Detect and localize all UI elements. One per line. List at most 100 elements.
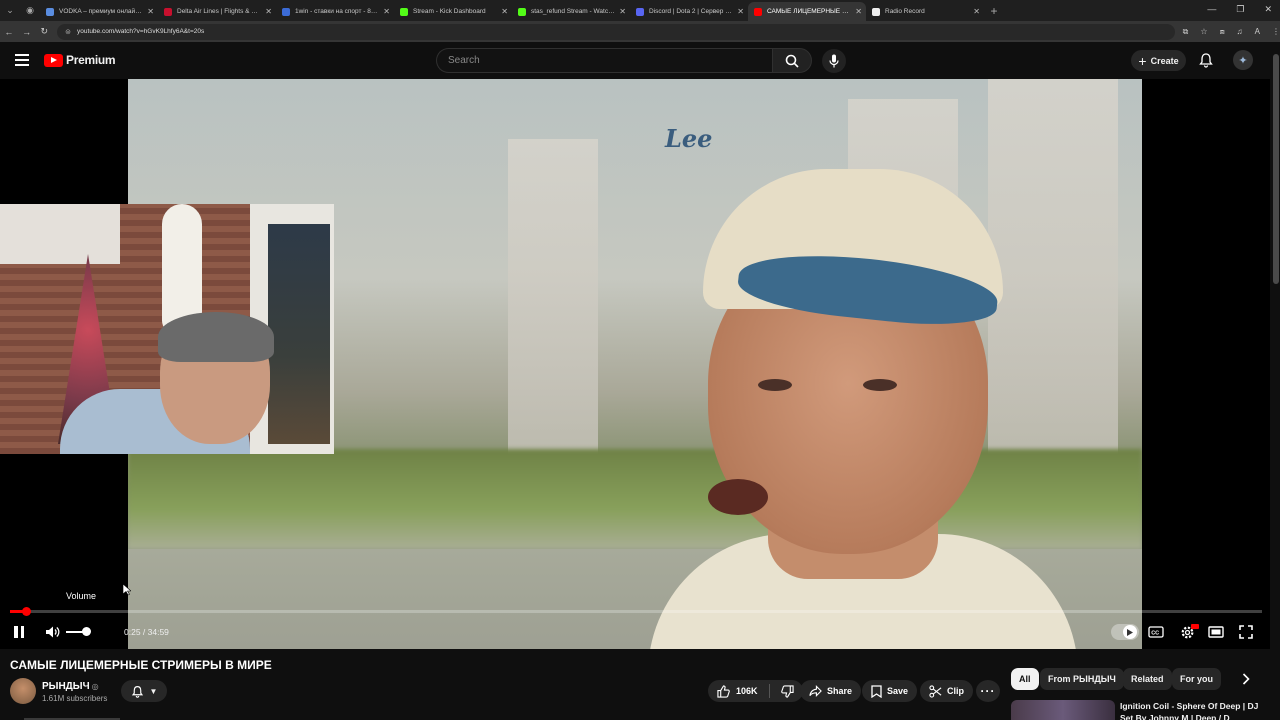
volume-icon[interactable] — [45, 625, 60, 639]
tab-close-icon[interactable]: ✕ — [619, 7, 626, 16]
mouse-cursor-icon — [123, 584, 131, 596]
tab-title: САМЫЕ ЛИЦЕМЕРНЫЕ СТР — [767, 8, 852, 15]
bookmark-icon — [871, 684, 882, 698]
hamburger-menu-icon[interactable] — [15, 54, 29, 66]
search-input[interactable]: Search — [436, 48, 772, 73]
search-icon — [785, 54, 799, 68]
chevron-right-icon — [1242, 673, 1250, 685]
media-control-icon[interactable]: ♫ — [1237, 27, 1243, 37]
tab-close-icon[interactable]: ✕ — [855, 7, 862, 16]
clip-button[interactable]: Clip — [920, 680, 973, 702]
video-player[interactable]: Lee Volume 0:25 / 34:59 CC — [0, 79, 1270, 649]
tab-close-icon[interactable]: ✕ — [147, 7, 154, 16]
autoplay-play-icon — [1123, 625, 1137, 639]
person-eye — [863, 379, 897, 391]
browser-tab[interactable]: stas_refund Stream - Watch Live ✕ — [512, 2, 630, 21]
channel-name[interactable]: РЫНДЫЧ ◎ — [42, 681, 99, 692]
subscriber-count: 1.61M subscribers — [42, 694, 108, 703]
forward-icon[interactable]: → — [18, 27, 36, 37]
thumbs-up-icon — [717, 684, 730, 698]
fullscreen-button[interactable] — [1236, 623, 1256, 641]
maximize-icon[interactable]: ❐ — [1236, 4, 1244, 15]
progress-bar[interactable] — [10, 607, 1262, 616]
browser-tab[interactable]: Discord | Dota 2 | Сервер é[Ld ✕ — [630, 2, 748, 21]
browser-tab[interactable]: Radio Record ✕ — [866, 2, 984, 21]
close-window-icon[interactable]: ✕ — [1264, 4, 1272, 15]
progress-scrubber-handle[interactable] — [22, 607, 32, 616]
related-video-thumbnail[interactable] — [1011, 700, 1115, 720]
related-video-title[interactable]: Ignition Coil - Sphere Of Deep | DJ Set … — [1120, 700, 1260, 720]
volume-tooltip: Volume — [66, 591, 97, 601]
bell-icon — [131, 685, 143, 698]
account-avatar[interactable]: ✦ — [1233, 50, 1253, 70]
filter-chip-for-you[interactable]: For you — [1172, 668, 1221, 690]
share-button[interactable]: Share — [800, 680, 862, 702]
channel-avatar[interactable] — [10, 678, 36, 704]
browser-tab[interactable]: 1win - ставки на спорт - 8218 ✕ — [276, 2, 394, 21]
browser-tab[interactable]: Stream - Kick Dashboard ✕ — [394, 2, 512, 21]
browser-tab[interactable]: VODKA – премиум онлайн-ка ✕ — [40, 2, 158, 21]
tab-search-icon[interactable]: ⌄ — [0, 0, 20, 21]
page-scrollbar[interactable] — [1272, 42, 1280, 720]
url-text: youtube.com/watch?v=hGvK9Lhfy6A&t=20s — [77, 28, 205, 35]
tab-close-icon[interactable]: ✕ — [383, 7, 390, 16]
fullscreen-icon — [1239, 625, 1253, 639]
browser-tab[interactable]: САМЫЕ ЛИЦЕМЕРНЫЕ СТР ✕ — [748, 2, 866, 21]
like-count: 106K — [736, 686, 758, 696]
notifications-bell-icon[interactable] — [1198, 52, 1214, 68]
player-controls: 0:25 / 34:59 CC — [0, 619, 1270, 649]
open-in-app-icon[interactable]: ⧉ — [1183, 27, 1189, 37]
browser-kebab-icon[interactable]: ⋮ — [1272, 27, 1280, 37]
filter-chip-all[interactable]: All — [1011, 668, 1039, 690]
filter-chip-related[interactable]: Related — [1123, 668, 1172, 690]
scrollbar-thumb[interactable] — [1273, 54, 1279, 284]
like-button[interactable]: 106K — [717, 684, 758, 698]
browser-menu-icon[interactable]: ◉ — [20, 0, 40, 21]
tab-favicon-icon — [400, 7, 408, 16]
volume-slider-knob[interactable] — [82, 627, 91, 636]
theater-mode-button[interactable] — [1206, 623, 1226, 641]
tab-favicon-icon — [282, 7, 290, 16]
extensions-icon[interactable]: ⧈ — [1220, 27, 1225, 37]
new-tab-button[interactable]: + — [984, 0, 1004, 21]
channel-name-text: РЫНДЫЧ — [42, 681, 90, 692]
reload-icon[interactable]: ↻ — [35, 26, 53, 37]
tab-close-icon[interactable]: ✕ — [265, 7, 272, 16]
back-icon[interactable]: ← — [0, 27, 18, 37]
youtube-logo[interactable]: Premium — [44, 53, 116, 67]
profile-icon[interactable]: A — [1255, 27, 1260, 37]
tab-close-icon[interactable]: ✕ — [737, 7, 744, 16]
bookmark-star-icon[interactable]: ☆ — [1200, 27, 1207, 37]
url-field[interactable]: ⊜ youtube.com/watch?v=hGvK9Lhfy6A&t=20s — [57, 23, 1175, 40]
share-label: Share — [827, 686, 853, 696]
search-button[interactable] — [772, 48, 812, 73]
closed-captions-icon: CC — [1148, 626, 1164, 638]
video-info-area: САМЫЕ ЛИЦЕМЕРНЫЕ СТРИМЕРЫ В МИРЕ РЫНДЫЧ ◎… — [0, 649, 1270, 720]
tab-close-icon[interactable]: ✕ — [973, 7, 980, 16]
tab-close-icon[interactable]: ✕ — [501, 7, 508, 16]
pause-button[interactable] — [14, 626, 26, 638]
thumbs-down-icon[interactable] — [780, 684, 794, 698]
filter-chip-from-channel[interactable]: From РЫНДЫЧ — [1040, 668, 1124, 690]
settings-button[interactable] — [1177, 623, 1199, 641]
site-info-icon[interactable]: ⊜ — [65, 28, 71, 36]
logo-text: Premium — [66, 53, 116, 67]
browser-tab[interactable]: Delta Air Lines | Flights & Plane ✕ — [158, 2, 276, 21]
scissors-icon — [929, 684, 942, 698]
hd-badge — [1191, 624, 1199, 629]
background-building — [508, 139, 598, 469]
window-glass — [268, 224, 330, 444]
subtitles-button[interactable]: CC — [1146, 623, 1166, 641]
more-actions-button[interactable]: ··· — [976, 680, 1000, 702]
subscription-notifications-button[interactable]: ▼ — [121, 680, 167, 702]
time-display: 0:25 / 34:59 — [124, 627, 169, 637]
save-button[interactable]: Save — [862, 680, 918, 702]
chips-next-button[interactable] — [1236, 669, 1256, 689]
ceiling — [0, 204, 120, 264]
person-mouth — [708, 479, 768, 515]
minimize-icon[interactable]: — — [1207, 4, 1216, 15]
autoplay-toggle[interactable] — [1111, 624, 1139, 640]
voice-search-button[interactable] — [822, 49, 846, 73]
create-button[interactable]: + Create — [1131, 50, 1186, 71]
tab-favicon-icon — [518, 7, 526, 16]
